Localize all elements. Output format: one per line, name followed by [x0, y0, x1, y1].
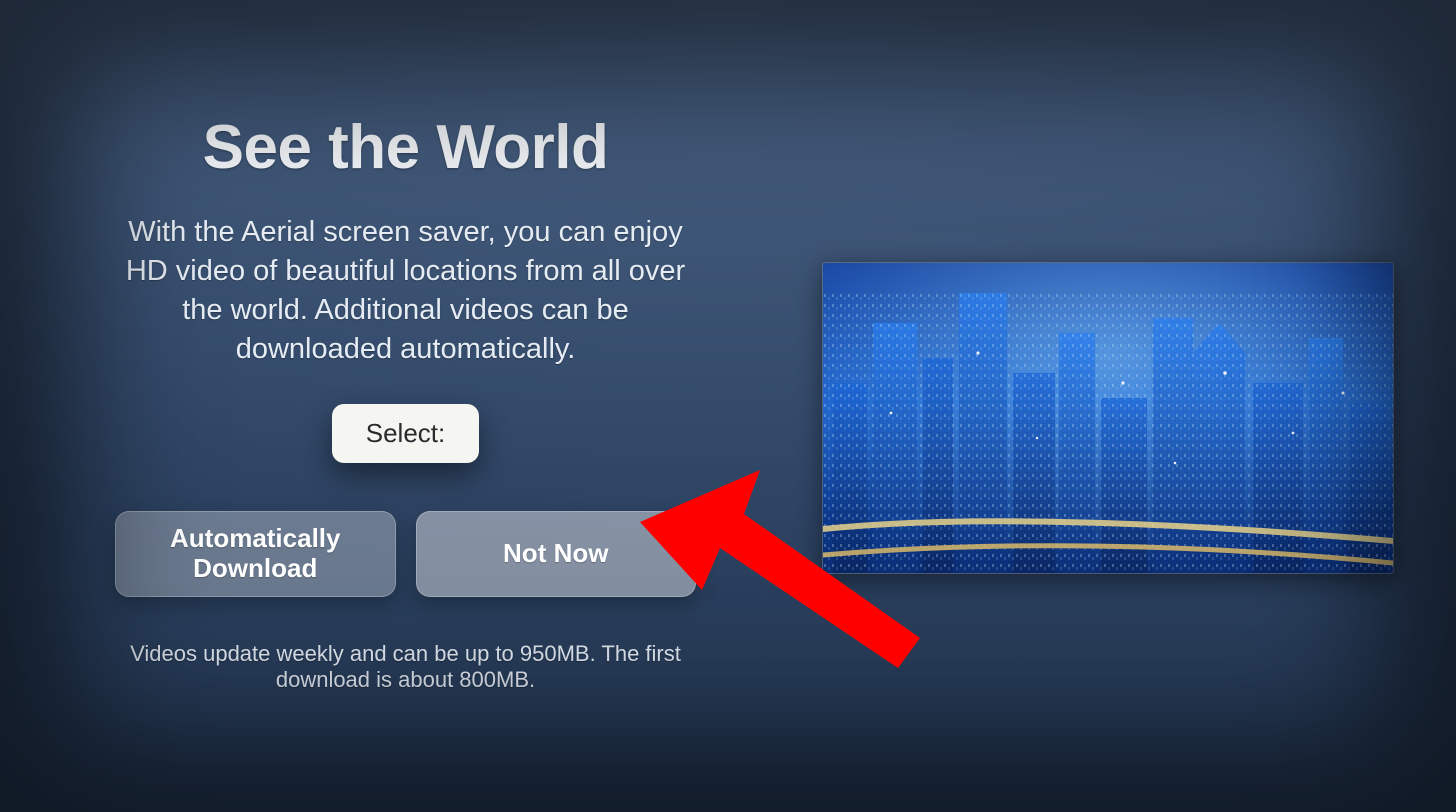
button-label: Automatically Download [133, 524, 378, 584]
not-now-button[interactable]: Not Now [416, 511, 697, 597]
left-column: See the World With the Aerial screen sav… [115, 112, 696, 752]
description-text: With the Aerial screen saver, you can en… [115, 213, 696, 370]
city-skyline-icon [823, 263, 1393, 573]
aerial-setup-screen: See the World With the Aerial screen sav… [0, 0, 1456, 812]
page-title: See the World [115, 112, 696, 183]
automatically-download-button[interactable]: Automatically Download [115, 511, 396, 597]
button-row: Automatically Download Not Now [115, 511, 696, 597]
footnote-text: Videos update weekly and can be up to 95… [115, 641, 696, 693]
aerial-preview-thumbnail [822, 262, 1394, 574]
select-label-pill: Select: [332, 404, 480, 463]
button-label: Not Now [503, 539, 608, 569]
